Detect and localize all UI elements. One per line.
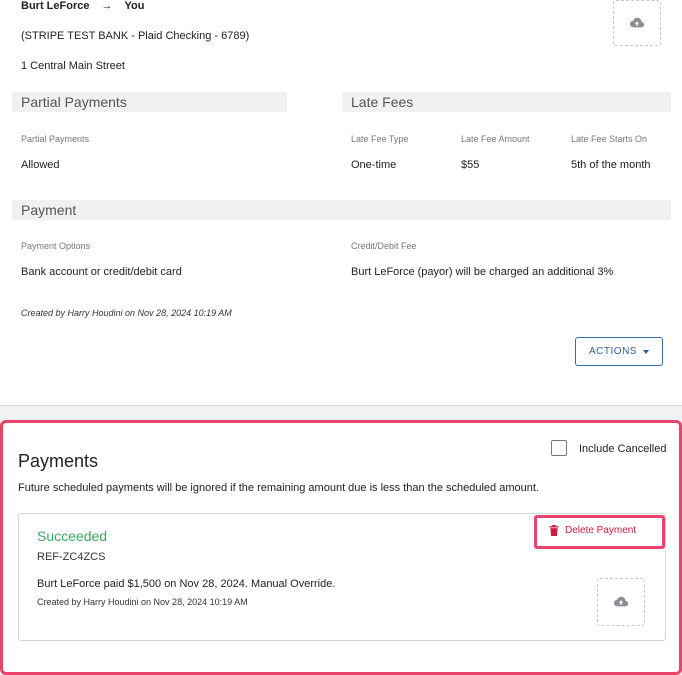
payment-status: Succeeded xyxy=(37,528,108,544)
include-cancelled-checkbox[interactable] xyxy=(551,440,567,456)
payee-name: You xyxy=(124,0,145,12)
delete-payment-button[interactable]: Delete Payment xyxy=(549,525,636,536)
actions-label: ACTIONS xyxy=(589,346,637,357)
late-fee-amount-value: $55 xyxy=(461,159,480,171)
late-fee-amount-label: Late Fee Amount xyxy=(461,134,530,144)
bank-account-text: (STRIPE TEST BANK - Plaid Checking - 678… xyxy=(21,30,250,42)
late-fee-type-value: One-time xyxy=(351,159,397,171)
card-fee-label: Credit/Debit Fee xyxy=(351,241,417,251)
late-fee-starts-value: 5th of the month xyxy=(571,159,651,171)
created-by-text: Created by Harry Houdini on Nov 28, 2024… xyxy=(21,308,232,318)
payment-section-title: Payment xyxy=(12,200,671,220)
actions-dropdown-button[interactable]: ACTIONS xyxy=(575,337,663,366)
late-fees-section-title: Late Fees xyxy=(342,92,671,112)
payments-description: Future scheduled payments will be ignore… xyxy=(18,482,539,494)
delete-payment-label: Delete Payment xyxy=(565,525,637,536)
late-fee-starts-label: Late Fee Starts On xyxy=(571,134,648,144)
payment-created-by: Created by Harry Houdini on Nov 28, 2024… xyxy=(37,597,248,607)
card-fee-value: Burt LeForce (payor) will be charged an … xyxy=(351,266,614,278)
payment-attachment-upload-button[interactable] xyxy=(597,578,645,626)
cloud-upload-icon xyxy=(630,17,645,28)
payment-options-label: Payment Options xyxy=(21,241,91,251)
partial-payments-label: Partial Payments xyxy=(21,134,90,144)
include-cancelled-label[interactable]: Include Cancelled xyxy=(579,443,666,455)
payments-title: Payments xyxy=(18,451,99,471)
partial-payments-section-title: Partial Payments xyxy=(12,92,287,112)
address-text: 1 Central Main Street xyxy=(21,60,125,72)
payer-name: Burt LeForce xyxy=(21,0,90,12)
cloud-upload-icon xyxy=(614,596,629,607)
arrow-icon: → xyxy=(101,0,113,12)
partial-payments-value: Allowed xyxy=(21,159,60,171)
payer-payee-line: Burt LeForce → You xyxy=(21,0,144,12)
late-fee-type-label: Late Fee Type xyxy=(351,134,409,144)
payment-reference: REF-ZC4ZCS xyxy=(37,551,106,563)
payment-options-value: Bank account or credit/debit card xyxy=(21,266,182,278)
payment-summary: Burt LeForce paid $1,500 on Nov 28, 2024… xyxy=(37,578,336,590)
caret-down-icon xyxy=(642,349,649,354)
attachment-upload-button[interactable] xyxy=(613,0,661,46)
trash-icon xyxy=(549,525,559,536)
